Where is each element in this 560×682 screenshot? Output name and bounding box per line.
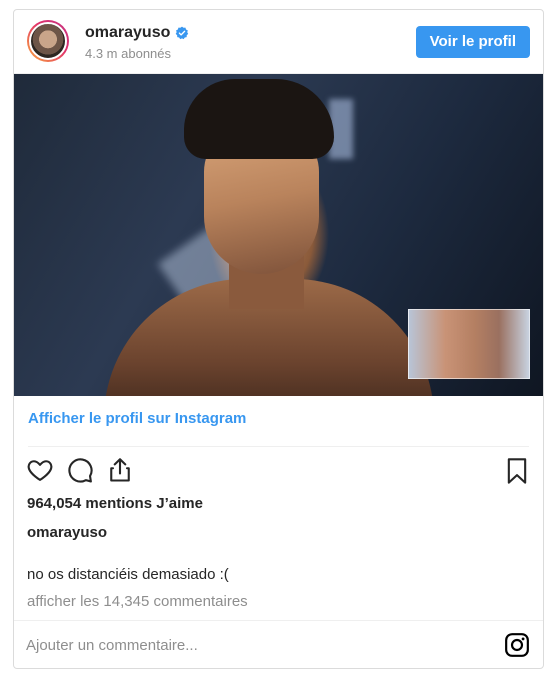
post-caption: no os distanciéis demasiado :( bbox=[27, 566, 229, 583]
instagram-icon[interactable] bbox=[504, 632, 530, 658]
video-call-thumbnail bbox=[408, 309, 530, 379]
likes-count[interactable]: 964,054 mentions J’aime bbox=[27, 495, 203, 512]
caption-username[interactable]: omarayuso bbox=[27, 524, 107, 541]
add-comment-input[interactable] bbox=[26, 633, 466, 657]
view-profile-button[interactable]: Voir le profil bbox=[415, 26, 530, 58]
comment-icon[interactable] bbox=[66, 456, 94, 484]
username[interactable]: omarayuso bbox=[85, 24, 170, 42]
instagram-embed-card: omarayuso 4.3 m abonnés Voir le profil A… bbox=[13, 9, 544, 669]
avatar-image bbox=[29, 22, 67, 60]
divider bbox=[28, 446, 529, 447]
view-comments-link[interactable]: afficher les 14,345 commentaires bbox=[27, 593, 248, 610]
bookmark-icon[interactable] bbox=[505, 457, 529, 485]
verified-badge-icon bbox=[176, 26, 189, 40]
comment-footer bbox=[14, 620, 543, 668]
username-row[interactable]: omarayuso bbox=[85, 24, 189, 42]
share-icon[interactable] bbox=[106, 456, 134, 484]
avatar[interactable] bbox=[27, 20, 69, 62]
post-image[interactable] bbox=[14, 74, 543, 396]
subscriber-count: 4.3 m abonnés bbox=[85, 46, 172, 61]
photo-hair bbox=[184, 79, 334, 159]
post-header: omarayuso 4.3 m abonnés Voir le profil bbox=[14, 10, 543, 74]
view-profile-on-instagram-link[interactable]: Afficher le profil sur Instagram bbox=[28, 410, 246, 427]
heart-icon[interactable] bbox=[26, 456, 54, 484]
action-bar bbox=[26, 456, 134, 484]
